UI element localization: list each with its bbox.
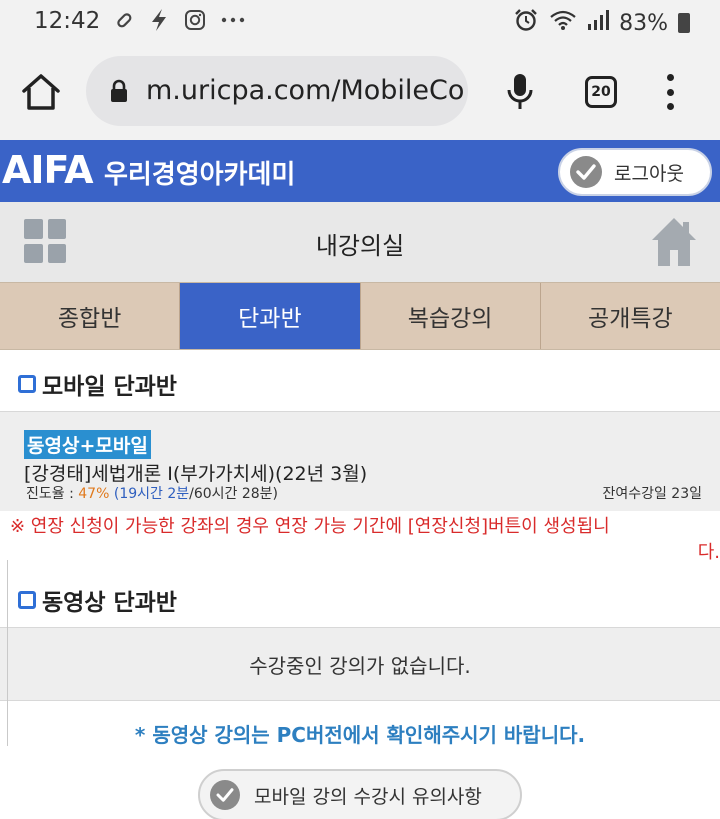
progress-label: 진도율 : bbox=[26, 486, 74, 502]
instagram-icon bbox=[184, 9, 206, 36]
status-left-icons bbox=[112, 8, 246, 37]
notice-line-2: 다. bbox=[697, 542, 720, 563]
more-icon bbox=[220, 9, 246, 36]
tab-comprehensive[interactable]: 종합반 bbox=[0, 283, 181, 349]
microphone-icon[interactable] bbox=[505, 72, 535, 112]
caution-label: 모바일 강의 수강시 유의사항 bbox=[254, 785, 482, 808]
status-right: 83% bbox=[513, 8, 690, 38]
mobile-caution-button[interactable]: 모바일 강의 수강시 유의사항 bbox=[198, 769, 522, 819]
signal-icon bbox=[587, 9, 610, 37]
progress-time-total: /60시간 28분) bbox=[189, 486, 279, 502]
empty-message-box: 수강중인 강의가 없습니다. bbox=[0, 627, 720, 701]
url-text: m.uricpa.com/MobileCo bbox=[146, 75, 465, 106]
course-item[interactable]: 동영상+모바일 [강경태]세법개론 I(부가가치세)(22년 3월) 진도율 :… bbox=[0, 411, 720, 511]
video-section-heading: 동영상 단과반 bbox=[18, 583, 177, 617]
browser-menu-icon[interactable] bbox=[664, 74, 676, 110]
alarm-icon bbox=[513, 8, 539, 38]
check-icon bbox=[210, 780, 240, 810]
square-bullet-icon bbox=[18, 375, 36, 393]
extension-notice: ※ 연장 신청이 가능한 강좌의 경우 연장 가능 기간에 [연장신청]버튼이 … bbox=[10, 514, 720, 566]
site-logo-subtitle: 우리경영아카데미 bbox=[104, 160, 296, 190]
check-icon bbox=[570, 156, 602, 188]
progress-time-done: 19시간 2분 bbox=[119, 486, 190, 502]
site-header: AIFA 우리경영아카데미 로그아웃 bbox=[0, 140, 720, 202]
page-title-bar: 내강의실 bbox=[0, 202, 720, 282]
progress-percent: 47% bbox=[78, 486, 110, 502]
mobile-section-heading: 모바일 단과반 bbox=[18, 367, 177, 401]
bolt-icon bbox=[148, 8, 170, 37]
lock-icon bbox=[110, 79, 128, 103]
status-time: 12:42 bbox=[34, 8, 101, 34]
tab-review[interactable]: 복습강의 bbox=[360, 283, 541, 349]
page-title: 내강의실 bbox=[315, 232, 405, 260]
battery-icon bbox=[678, 13, 690, 33]
empty-message: 수강중인 강의가 없습니다. bbox=[249, 653, 471, 678]
home-icon[interactable] bbox=[650, 216, 698, 268]
course-tabs: 종합반 단과반 복습강의 공개특강 bbox=[0, 282, 720, 350]
logout-button[interactable]: 로그아웃 bbox=[558, 148, 712, 196]
logout-label: 로그아웃 bbox=[614, 162, 684, 185]
address-bar[interactable]: m.uricpa.com/MobileCo bbox=[86, 56, 468, 126]
notice-line-1: ※ 연장 신청이 가능한 강좌의 경우 연장 가능 기간에 [연장신청]버튼이 … bbox=[10, 516, 610, 537]
course-title[interactable]: [강경태]세법개론 I(부가가치세)(22년 3월) bbox=[24, 459, 367, 486]
course-badge: 동영상+모바일 bbox=[24, 430, 151, 459]
tab-switcher-button[interactable]: 20 bbox=[585, 76, 617, 108]
video-section-title: 동영상 단과반 bbox=[42, 590, 177, 616]
browser-toolbar: m.uricpa.com/MobileCo 20 bbox=[0, 44, 720, 140]
battery-percent: 83% bbox=[619, 10, 668, 36]
browser-home-icon[interactable] bbox=[20, 72, 62, 112]
status-bar: 12:42 83% bbox=[0, 0, 720, 44]
tab-open-lecture[interactable]: 공개특강 bbox=[540, 283, 720, 349]
remaining-days: 잔여수강일 23일 bbox=[602, 486, 702, 502]
mobile-section-title: 모바일 단과반 bbox=[42, 374, 177, 400]
pc-version-note: * 동영상 강의는 PC버전에서 확인해주시기 바랍니다. bbox=[134, 723, 586, 747]
tab-single-course[interactable]: 단과반 bbox=[180, 283, 361, 349]
pin-icon bbox=[112, 9, 134, 36]
course-progress: 진도율 : 47% (19시간 2분/60시간 28분) bbox=[26, 483, 278, 503]
square-bullet-icon bbox=[18, 591, 36, 609]
wifi-icon bbox=[549, 9, 577, 37]
site-logo[interactable]: AIFA bbox=[2, 148, 94, 192]
